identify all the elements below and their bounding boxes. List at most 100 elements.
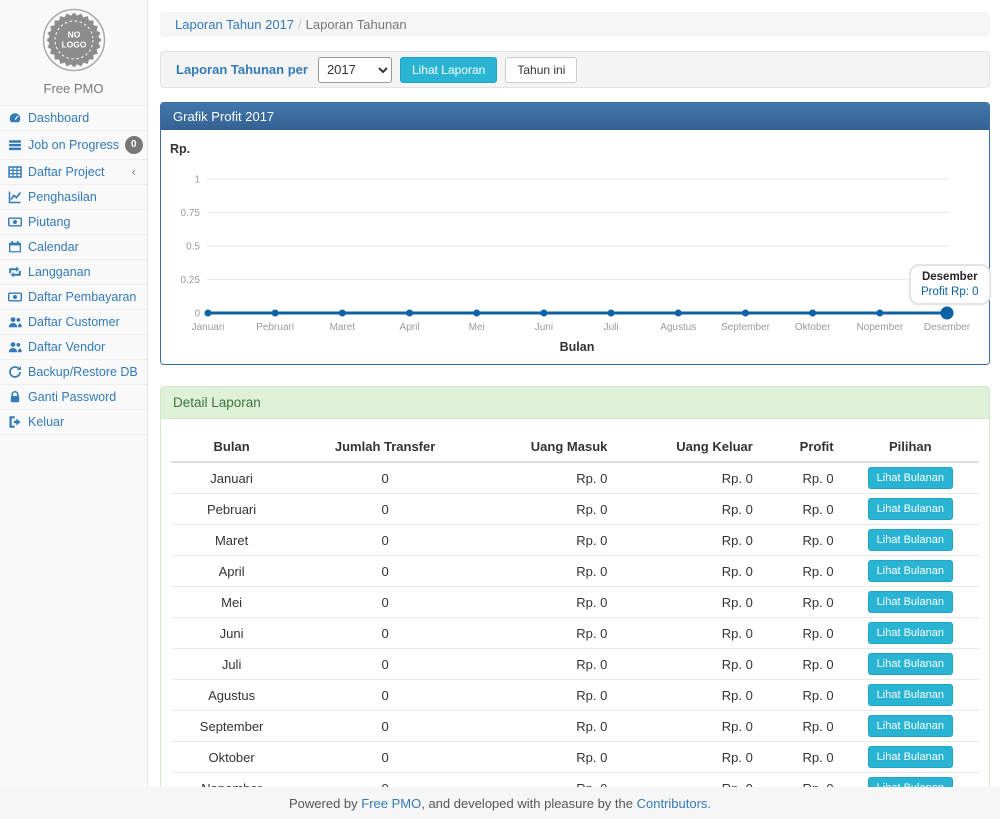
tasks-icon (8, 138, 22, 152)
lihat-bulanan-button[interactable]: Lihat Bulanan (868, 622, 953, 644)
table-row: Juli0Rp. 0Rp. 0Rp. 0Lihat Bulanan (171, 649, 979, 680)
svg-text:Juli: Juli (604, 322, 619, 333)
cell-uang-keluar: Rp. 0 (615, 618, 760, 649)
sidebar-item-penghasilan[interactable]: Penghasilan (0, 184, 147, 209)
cell-pilihan: Lihat Bulanan (842, 680, 979, 711)
svg-text:Maret: Maret (330, 322, 356, 333)
logo: NO LOGO Free PMO (0, 0, 147, 105)
detail-panel-title: Detail Laporan (161, 387, 989, 419)
cell-jumlah-transfer: 0 (292, 587, 478, 618)
cell-profit: Rp. 0 (761, 680, 842, 711)
sidebar-item-dashboard[interactable]: Dashboard (0, 105, 147, 130)
money-icon (8, 215, 22, 229)
main-content: Laporan Tahun 2017/Laporan Tahunan Lapor… (148, 0, 1000, 819)
no-logo-badge-icon: NO LOGO (42, 8, 106, 72)
sidebar-item-job-on-progress[interactable]: Job on Progress0 (0, 130, 147, 159)
lihat-bulanan-button[interactable]: Lihat Bulanan (868, 498, 953, 520)
cell-bulan: Maret (171, 525, 292, 556)
table-row: Juni0Rp. 0Rp. 0Rp. 0Lihat Bulanan (171, 618, 979, 649)
tooltip-value: Profit Rp: 0 (921, 286, 979, 298)
svg-text:Nopember: Nopember (856, 322, 903, 333)
svg-text:0.25: 0.25 (181, 275, 201, 286)
dashboard-icon (8, 111, 22, 125)
sidebar-item-label: Job on Progress (28, 138, 119, 152)
cell-uang-keluar: Rp. 0 (615, 462, 760, 494)
sidebar-item-label: Ganti Password (28, 390, 139, 404)
lihat-bulanan-button[interactable]: Lihat Bulanan (868, 591, 953, 613)
chart-panel-title: Grafik Profit 2017 (161, 103, 989, 130)
cell-bulan: Juni (171, 618, 292, 649)
sidebar-item-calendar[interactable]: Calendar (0, 234, 147, 259)
chart-area: Rp. 00.250.50.751JanuariPebruariMaretApr… (161, 130, 989, 364)
col-header-pilihan: Pilihan (842, 432, 979, 462)
svg-text:0.5: 0.5 (186, 242, 200, 253)
cell-bulan: Agustus (171, 680, 292, 711)
money-icon (8, 290, 22, 304)
cell-uang-masuk: Rp. 0 (478, 711, 615, 742)
cell-jumlah-transfer: 0 (292, 556, 478, 587)
col-header-jumlah-transfer: Jumlah Transfer (292, 432, 478, 462)
chart-tooltip: Desember Profit Rp: 0 (909, 264, 991, 305)
cell-pilihan: Lihat Bulanan (842, 742, 979, 773)
breadcrumb-separator: / (294, 17, 306, 32)
cell-pilihan: Lihat Bulanan (842, 649, 979, 680)
page-footer: Powered by Free PMO, and developed with … (0, 787, 1000, 819)
cell-jumlah-transfer: 0 (292, 618, 478, 649)
table-row: Mei0Rp. 0Rp. 0Rp. 0Lihat Bulanan (171, 587, 979, 618)
sidebar-item-piutang[interactable]: Piutang (0, 209, 147, 234)
detail-laporan-panel: Detail Laporan Bulan Jumlah Transfer Uan… (160, 386, 990, 819)
table-icon (8, 165, 22, 179)
sidebar-item-label: Calendar (28, 240, 139, 254)
cell-uang-masuk: Rp. 0 (478, 556, 615, 587)
svg-text:0: 0 (194, 309, 200, 320)
sidebar-item-ganti-password[interactable]: Ganti Password (0, 384, 147, 409)
sidebar: NO LOGO Free PMO DashboardJob on Progres… (0, 0, 148, 787)
cell-bulan: Juli (171, 649, 292, 680)
lihat-bulanan-button[interactable]: Lihat Bulanan (868, 653, 953, 675)
footer-contributors-link[interactable]: Contributors. (637, 796, 711, 811)
profit-line-chart[interactable]: 00.250.50.751JanuariPebruariMaretAprilMe… (161, 130, 989, 336)
table-row: Oktober0Rp. 0Rp. 0Rp. 0Lihat Bulanan (171, 742, 979, 773)
cell-profit: Rp. 0 (761, 494, 842, 525)
cell-uang-keluar: Rp. 0 (615, 587, 760, 618)
lihat-laporan-button[interactable]: Lihat Laporan (400, 57, 497, 83)
svg-text:Mei: Mei (469, 322, 485, 333)
app-window: NO LOGO Free PMO DashboardJob on Progres… (0, 0, 1000, 819)
cell-bulan: Pebruari (171, 494, 292, 525)
sidebar-item-label: Penghasilan (28, 190, 139, 204)
svg-text:Oktober: Oktober (795, 322, 831, 333)
year-select[interactable]: 2017 (318, 57, 392, 83)
cell-uang-masuk: Rp. 0 (478, 525, 615, 556)
sidebar-item-daftar-pembayaran[interactable]: Daftar Pembayaran (0, 284, 147, 309)
lihat-bulanan-button[interactable]: Lihat Bulanan (868, 684, 953, 706)
lihat-bulanan-button[interactable]: Lihat Bulanan (868, 746, 953, 768)
sidebar-item-daftar-vendor[interactable]: Daftar Vendor (0, 334, 147, 359)
sidebar-item-label: Piutang (28, 215, 139, 229)
cell-jumlah-transfer: 0 (292, 525, 478, 556)
cell-pilihan: Lihat Bulanan (842, 525, 979, 556)
sidebar-item-daftar-project[interactable]: Daftar Project‹ (0, 159, 147, 184)
cell-uang-keluar: Rp. 0 (615, 494, 760, 525)
cell-jumlah-transfer: 0 (292, 711, 478, 742)
lihat-bulanan-button[interactable]: Lihat Bulanan (868, 560, 953, 582)
footer-brand-link[interactable]: Free PMO (361, 796, 421, 811)
svg-text:April: April (400, 322, 420, 333)
tahun-ini-button[interactable]: Tahun ini (505, 57, 577, 83)
cell-pilihan: Lihat Bulanan (842, 494, 979, 525)
lihat-bulanan-button[interactable]: Lihat Bulanan (868, 529, 953, 551)
sign-out-icon (8, 415, 22, 429)
sidebar-item-backup-restore-db[interactable]: Backup/Restore DB (0, 359, 147, 384)
svg-text:Juni: Juni (535, 322, 553, 333)
cell-pilihan: Lihat Bulanan (842, 462, 979, 494)
cell-profit: Rp. 0 (761, 556, 842, 587)
col-header-uang-keluar: Uang Keluar (615, 432, 760, 462)
sidebar-item-langganan[interactable]: Langganan (0, 259, 147, 284)
sidebar-item-daftar-customer[interactable]: Daftar Customer (0, 309, 147, 334)
lihat-bulanan-button[interactable]: Lihat Bulanan (868, 715, 953, 737)
breadcrumb-link[interactable]: Laporan Tahun 2017 (175, 17, 294, 32)
cell-profit: Rp. 0 (761, 525, 842, 556)
sidebar-item-keluar[interactable]: Keluar (0, 409, 147, 434)
sidebar-item-label: Langganan (28, 265, 139, 279)
cell-uang-masuk: Rp. 0 (478, 680, 615, 711)
lihat-bulanan-button[interactable]: Lihat Bulanan (868, 467, 953, 489)
